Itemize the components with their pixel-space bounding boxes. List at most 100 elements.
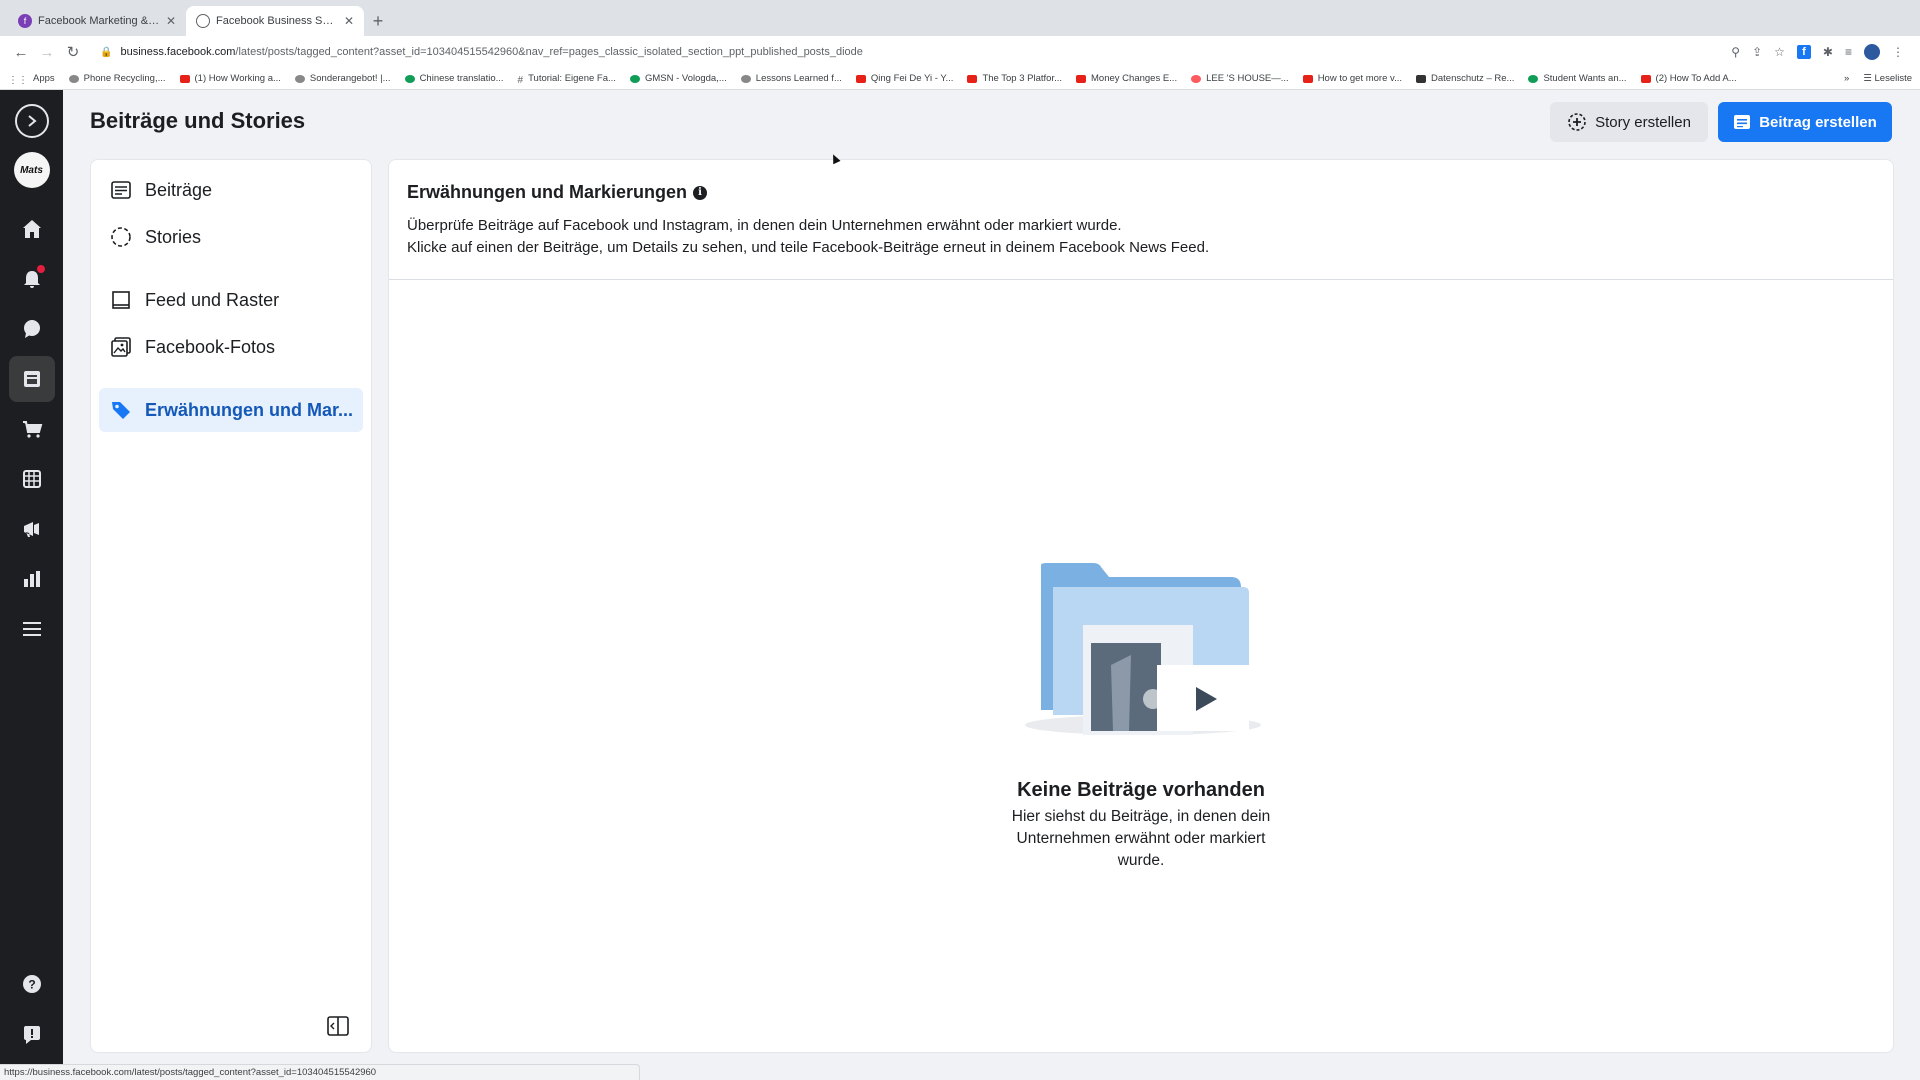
sidebar-item-label: Stories bbox=[145, 226, 202, 247]
airbnb-icon bbox=[1191, 74, 1202, 83]
feedback-icon[interactable] bbox=[9, 1011, 55, 1057]
photos-icon bbox=[109, 335, 133, 359]
bookmark-item[interactable]: Datenschutz – Re... bbox=[1416, 73, 1514, 84]
notifications-icon[interactable] bbox=[9, 256, 55, 302]
close-tab-icon[interactable]: ✕ bbox=[344, 14, 354, 28]
sidebar-item-feed-raster[interactable]: Feed und Raster bbox=[99, 278, 363, 322]
inbox-icon[interactable] bbox=[9, 306, 55, 352]
collapse-sidebar-icon[interactable] bbox=[327, 1016, 351, 1038]
bookmark-item[interactable]: Lessons Learned f... bbox=[740, 73, 842, 84]
bookmark-item[interactable]: How to get more v... bbox=[1302, 73, 1402, 84]
profile-avatar-icon[interactable] bbox=[1864, 44, 1880, 60]
panel-title: Erwähnungen und Markierungen bbox=[407, 182, 688, 202]
reading-list-button[interactable]: ☰ Leseliste bbox=[1863, 73, 1912, 84]
youtube-icon bbox=[1302, 74, 1313, 83]
business-suite-logo-icon[interactable] bbox=[14, 104, 49, 138]
panel-description: Überprüfe Beiträge auf Facebook und Inst… bbox=[407, 215, 1875, 259]
planner-icon[interactable] bbox=[9, 456, 55, 502]
bookmark-favicon-icon bbox=[294, 74, 305, 83]
home-icon[interactable] bbox=[9, 206, 55, 252]
bookmarks-bar: ⋮⋮ Apps Phone Recycling,... (1) How Worki… bbox=[0, 68, 1920, 90]
bookmark-favicon-icon bbox=[1416, 74, 1426, 83]
stories-circle-icon bbox=[109, 225, 133, 249]
description-line: Klicke auf einen der Beiträge, um Detail… bbox=[407, 239, 1210, 256]
tag-icon bbox=[109, 398, 133, 422]
create-post-label: Beitrag erstellen bbox=[1759, 113, 1877, 131]
bookmark-item[interactable]: GMSN - Vologda,... bbox=[629, 73, 727, 84]
create-story-button[interactable]: Story erstellen bbox=[1550, 102, 1708, 142]
browser-menu-icon[interactable]: ⋮ bbox=[1892, 45, 1904, 59]
bookmark-item[interactable]: # Tutorial: Eigene Fa... bbox=[518, 73, 616, 86]
mentions-panel: Erwähnungen und Markierungen i Überprüfe… bbox=[388, 159, 1894, 1053]
url-path: /latest/posts/tagged_content?asset_id=10… bbox=[235, 46, 863, 58]
close-tab-icon[interactable]: ✕ bbox=[166, 14, 176, 28]
youtube-icon bbox=[1076, 74, 1087, 83]
bookmark-item[interactable]: (2) How To Add A... bbox=[1640, 73, 1737, 84]
sidebar-item-label: Facebook-Fotos bbox=[145, 336, 276, 357]
browser-tab-bar: f Facebook Marketing & Werbea ✕ Facebook… bbox=[0, 0, 1920, 36]
more-bookmarks-icon[interactable]: » bbox=[1844, 73, 1849, 84]
panel-header: Erwähnungen und Markierungen i Überprüfe… bbox=[389, 160, 1893, 280]
url-input[interactable]: 🔒 business.facebook.com /latest/posts/ta… bbox=[92, 39, 1725, 65]
bookmark-favicon-icon bbox=[404, 74, 415, 83]
shop-icon[interactable] bbox=[9, 406, 55, 452]
bookmark-favicon-icon bbox=[740, 74, 751, 83]
avatar[interactable]: Mats bbox=[13, 152, 50, 188]
app-rail: Mats ? bbox=[0, 90, 63, 1065]
sidebar-item-erwaehnungen[interactable]: Erwähnungen und Mar... bbox=[99, 388, 363, 432]
bookmark-item[interactable]: Sonderangebot! |... bbox=[294, 73, 391, 84]
notification-badge bbox=[36, 265, 45, 273]
help-icon[interactable]: ? bbox=[9, 961, 55, 1007]
menu-icon[interactable] bbox=[9, 606, 55, 652]
lock-icon: 🔒 bbox=[100, 46, 113, 58]
forward-icon[interactable]: → bbox=[34, 39, 60, 65]
bookmark-favicon-icon bbox=[629, 74, 640, 83]
bookmark-favicon-icon bbox=[68, 74, 79, 83]
create-story-label: Story erstellen bbox=[1595, 113, 1691, 131]
bookmark-star-icon[interactable]: ☆ bbox=[1774, 45, 1785, 59]
bookmark-item[interactable]: Money Changes E... bbox=[1076, 73, 1177, 84]
share-icon[interactable]: ⇪ bbox=[1752, 45, 1762, 59]
bookmark-item[interactable]: Chinese translatio... bbox=[404, 73, 504, 84]
bookmark-item[interactable]: Phone Recycling,... bbox=[68, 73, 166, 84]
purple-circle-icon: f bbox=[18, 14, 32, 28]
create-post-button[interactable]: Beitrag erstellen bbox=[1718, 102, 1892, 142]
sidebar-item-label: Feed und Raster bbox=[145, 289, 280, 310]
business-suite-icon bbox=[196, 14, 210, 28]
ads-icon[interactable] bbox=[9, 506, 55, 552]
browser-status-bar: https://business.facebook.com/latest/pos… bbox=[0, 1064, 640, 1080]
bookmark-item[interactable]: (1) How Working a... bbox=[179, 73, 281, 84]
sidebar-item-stories[interactable]: Stories bbox=[99, 215, 363, 259]
bookmark-item[interactable]: Student Wants an... bbox=[1528, 73, 1627, 84]
sidebar-item-facebook-fotos[interactable]: Facebook-Fotos bbox=[99, 325, 363, 369]
new-tab-button[interactable]: + bbox=[364, 6, 392, 36]
sidebar-item-label: Erwähnungen und Mar... bbox=[145, 399, 354, 420]
reading-queue-icon[interactable]: ≡ bbox=[1845, 45, 1852, 59]
browser-tab-2[interactable]: Facebook Business Suite ✕ bbox=[186, 6, 364, 36]
url-host: business.facebook.com bbox=[120, 46, 236, 58]
browser-tab-1[interactable]: f Facebook Marketing & Werbea ✕ bbox=[8, 6, 186, 36]
bookmark-item[interactable]: Qing Fei De Yi - Y... bbox=[855, 73, 953, 84]
add-story-icon bbox=[1568, 113, 1586, 131]
youtube-icon bbox=[179, 74, 190, 83]
zoom-icon[interactable]: ⚲ bbox=[1731, 45, 1740, 59]
reload-icon[interactable]: ↻ bbox=[60, 39, 86, 65]
tab-title: Facebook Marketing & Werbea bbox=[38, 15, 160, 27]
empty-folder-illustration bbox=[1025, 563, 1261, 735]
info-icon[interactable]: i bbox=[693, 185, 708, 200]
insights-icon[interactable] bbox=[9, 556, 55, 602]
address-bar-row: ← → ↻ 🔒 business.facebook.com /latest/po… bbox=[0, 36, 1920, 68]
facebook-extension-icon[interactable]: f bbox=[1796, 45, 1811, 59]
back-icon[interactable]: ← bbox=[8, 39, 34, 65]
empty-state: Keine Beiträge vorhanden Hier siehst du … bbox=[389, 515, 1893, 872]
bookmark-item[interactable]: The Top 3 Platfor... bbox=[967, 73, 1062, 84]
feed-grid-icon bbox=[109, 288, 133, 312]
bookmark-apps[interactable]: ⋮⋮ Apps bbox=[8, 73, 55, 86]
sidebar-item-beitraege[interactable]: Beiträge bbox=[99, 168, 363, 212]
svg-text:?: ? bbox=[28, 978, 35, 992]
posts-icon[interactable] bbox=[8, 356, 55, 402]
bookmark-item[interactable]: LEE 'S HOUSE—... bbox=[1191, 73, 1289, 84]
empty-state-title: Keine Beiträge vorhanden bbox=[1017, 779, 1265, 801]
youtube-icon bbox=[967, 74, 978, 83]
extensions-icon[interactable]: ✱ bbox=[1823, 45, 1833, 59]
